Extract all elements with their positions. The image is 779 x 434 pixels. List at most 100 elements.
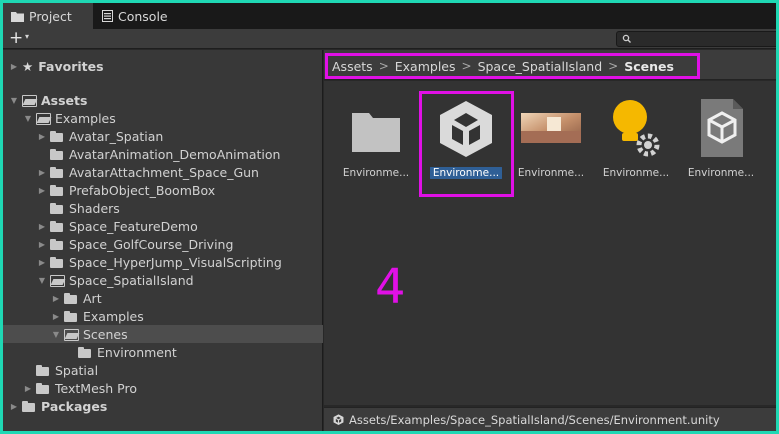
tree-item[interactable]: ▶ Examples bbox=[3, 307, 323, 325]
folder-icon bbox=[50, 220, 64, 232]
tree-item[interactable]: Shaders bbox=[3, 199, 323, 217]
folder-open-icon bbox=[64, 328, 79, 341]
tree-item[interactable]: ▶ Space_FeatureDemo bbox=[3, 217, 323, 235]
collapse-arrow-icon[interactable]: ▶ bbox=[37, 168, 47, 177]
tree-item-label: Art bbox=[83, 290, 102, 306]
tree-item[interactable]: ▼ Scenes bbox=[3, 325, 323, 343]
tab-project[interactable]: Project bbox=[3, 3, 93, 29]
unity-scene-icon bbox=[333, 414, 344, 426]
tree-item-label: Spatial bbox=[55, 362, 99, 378]
expand-arrow-icon[interactable]: ▼ bbox=[23, 114, 33, 123]
asset-label: Environme... bbox=[517, 167, 585, 179]
tab-console[interactable]: Console bbox=[94, 3, 184, 29]
tab-console-label: Console bbox=[118, 8, 168, 24]
tree-item-label: Space_GolfCourse_Driving bbox=[69, 236, 234, 252]
breadcrumb-bar: Assets > Examples > Space_SpatialIsland > Scen… bbox=[324, 50, 776, 80]
status-bar: Assets/Examples/Space_SpatialIsland/Scen… bbox=[324, 407, 776, 431]
breadcrumb-item[interactable]: Scenes bbox=[624, 59, 674, 74]
folder-open-icon bbox=[22, 94, 37, 107]
project-window: Project Console + ▾ ▶ ★ Favorites ▼ Assets ▼ E… bbox=[3, 3, 776, 431]
folder-icon bbox=[50, 148, 64, 160]
tree-item[interactable]: ▼ Assets bbox=[3, 91, 323, 109]
tree-item-label: AvatarAnimation_DemoAnimation bbox=[69, 146, 281, 162]
tree-item[interactable]: AvatarAnimation_DemoAnimation bbox=[3, 145, 323, 163]
tree-item-label: Space_SpatialIsland bbox=[69, 272, 194, 288]
collapse-arrow-icon[interactable]: ▶ bbox=[37, 240, 47, 249]
collapse-arrow-icon[interactable]: ▶ bbox=[37, 222, 47, 231]
asset-path: Assets/Examples/Space_SpatialIsland/Scen… bbox=[349, 412, 720, 427]
breadcrumb-item[interactable]: Assets bbox=[332, 59, 373, 74]
tree-item[interactable]: ▶ AvatarAttachment_Space_Gun bbox=[3, 163, 323, 181]
tree-item[interactable]: ▶ Avatar_Spatian bbox=[3, 127, 323, 145]
step-number-annotation: 4 bbox=[375, 259, 406, 315]
tree-item-label: Environment bbox=[97, 344, 177, 360]
folder-icon bbox=[50, 130, 64, 142]
tree-item[interactable]: ▶ Space_GolfCourse_Driving bbox=[3, 235, 323, 253]
expand-arrow-icon[interactable]: ▼ bbox=[37, 276, 47, 285]
console-icon bbox=[102, 10, 113, 22]
collapse-arrow-icon[interactable]: ▶ bbox=[23, 384, 33, 393]
folder-icon bbox=[50, 184, 64, 196]
expand-arrow-icon[interactable]: ▼ bbox=[51, 330, 61, 339]
tree-item-label: Packages bbox=[41, 398, 108, 414]
folder-icon bbox=[50, 166, 64, 178]
folder-icon bbox=[50, 202, 64, 214]
tree-item[interactable]: ▼ Space_SpatialIsland bbox=[3, 271, 323, 289]
tab-project-label: Project bbox=[29, 8, 72, 24]
collapse-arrow-icon[interactable]: ▶ bbox=[51, 294, 61, 303]
collapse-arrow-icon[interactable]: ▶ bbox=[37, 258, 47, 267]
asset-item[interactable]: Environme... bbox=[334, 91, 418, 181]
tree-item[interactable]: ▶ ★ Favorites bbox=[3, 57, 323, 75]
collapse-arrow-icon[interactable]: ▶ bbox=[37, 132, 47, 141]
asset-item[interactable]: Environme... bbox=[594, 91, 678, 181]
tree-item[interactable]: ▶ TextMesh Pro bbox=[3, 379, 323, 397]
asset-label: Environme... bbox=[687, 167, 755, 179]
folder-icon bbox=[64, 292, 78, 304]
expand-arrow-icon[interactable]: ▼ bbox=[9, 96, 19, 105]
breadcrumb: Assets > Examples > Space_SpatialIsland > Scen… bbox=[325, 53, 700, 79]
collapse-arrow-icon[interactable]: ▶ bbox=[51, 312, 61, 321]
breadcrumb-separator: > bbox=[378, 59, 389, 73]
tree-item-label: TextMesh Pro bbox=[55, 380, 137, 396]
breadcrumb-item[interactable]: Examples bbox=[395, 59, 456, 74]
tree-item-label: Scenes bbox=[83, 326, 128, 342]
collapse-arrow-icon[interactable]: ▶ bbox=[9, 402, 19, 411]
tree-item[interactable]: ▶ Art bbox=[3, 289, 323, 307]
asset-item[interactable]: Environme... bbox=[509, 91, 593, 181]
tree-item[interactable]: ▶ Packages bbox=[3, 397, 323, 415]
tree-item[interactable]: Environment bbox=[3, 343, 323, 361]
tree-item[interactable]: Spatial bbox=[3, 361, 323, 379]
folder-open-icon bbox=[50, 274, 65, 287]
tree-item[interactable]: ▶ PrefabObject_BoomBox bbox=[3, 181, 323, 199]
chevron-down-icon[interactable]: ▾ bbox=[25, 32, 29, 41]
folder-icon bbox=[22, 400, 36, 412]
tree-item[interactable]: ▶ Space_HyperJump_VisualScripting bbox=[3, 253, 323, 271]
add-icon[interactable]: + bbox=[9, 28, 23, 48]
environment-preview-icon bbox=[521, 113, 581, 143]
folder-icon bbox=[352, 113, 400, 152]
folder-icon bbox=[11, 11, 24, 22]
search-icon bbox=[622, 34, 631, 43]
collapse-arrow-icon[interactable]: ▶ bbox=[37, 186, 47, 195]
folder-icon bbox=[78, 346, 92, 358]
asset-item-selected[interactable]: Environme... bbox=[424, 91, 508, 181]
folder-icon bbox=[64, 310, 78, 322]
tab-bar: Project Console bbox=[3, 3, 776, 29]
breadcrumb-item[interactable]: Space_SpatialIsland bbox=[478, 59, 603, 74]
tree-item-label: Avatar_Spatian bbox=[69, 128, 164, 144]
asset-item[interactable]: Environme... bbox=[679, 91, 763, 181]
collapse-arrow-icon[interactable]: ▶ bbox=[9, 62, 19, 71]
breadcrumb-separator: > bbox=[461, 59, 472, 73]
project-toolbar: + ▾ bbox=[3, 28, 776, 49]
asset-file-icon bbox=[701, 99, 743, 157]
search-input[interactable] bbox=[616, 31, 776, 47]
folder-icon bbox=[36, 382, 50, 394]
tree-item[interactable]: ▼ Examples bbox=[3, 109, 323, 127]
asset-grid: Environme... Environme... Environme... E… bbox=[324, 81, 776, 405]
folder-tree: ▶ ★ Favorites ▼ Assets ▼ Examples ▶ Avatar_Spati… bbox=[3, 50, 323, 431]
unity-scene-icon bbox=[440, 101, 492, 157]
folder-icon bbox=[50, 238, 64, 250]
star-icon: ★ bbox=[22, 58, 34, 74]
tree-item-label: Examples bbox=[83, 308, 144, 324]
folder-icon bbox=[36, 364, 50, 376]
